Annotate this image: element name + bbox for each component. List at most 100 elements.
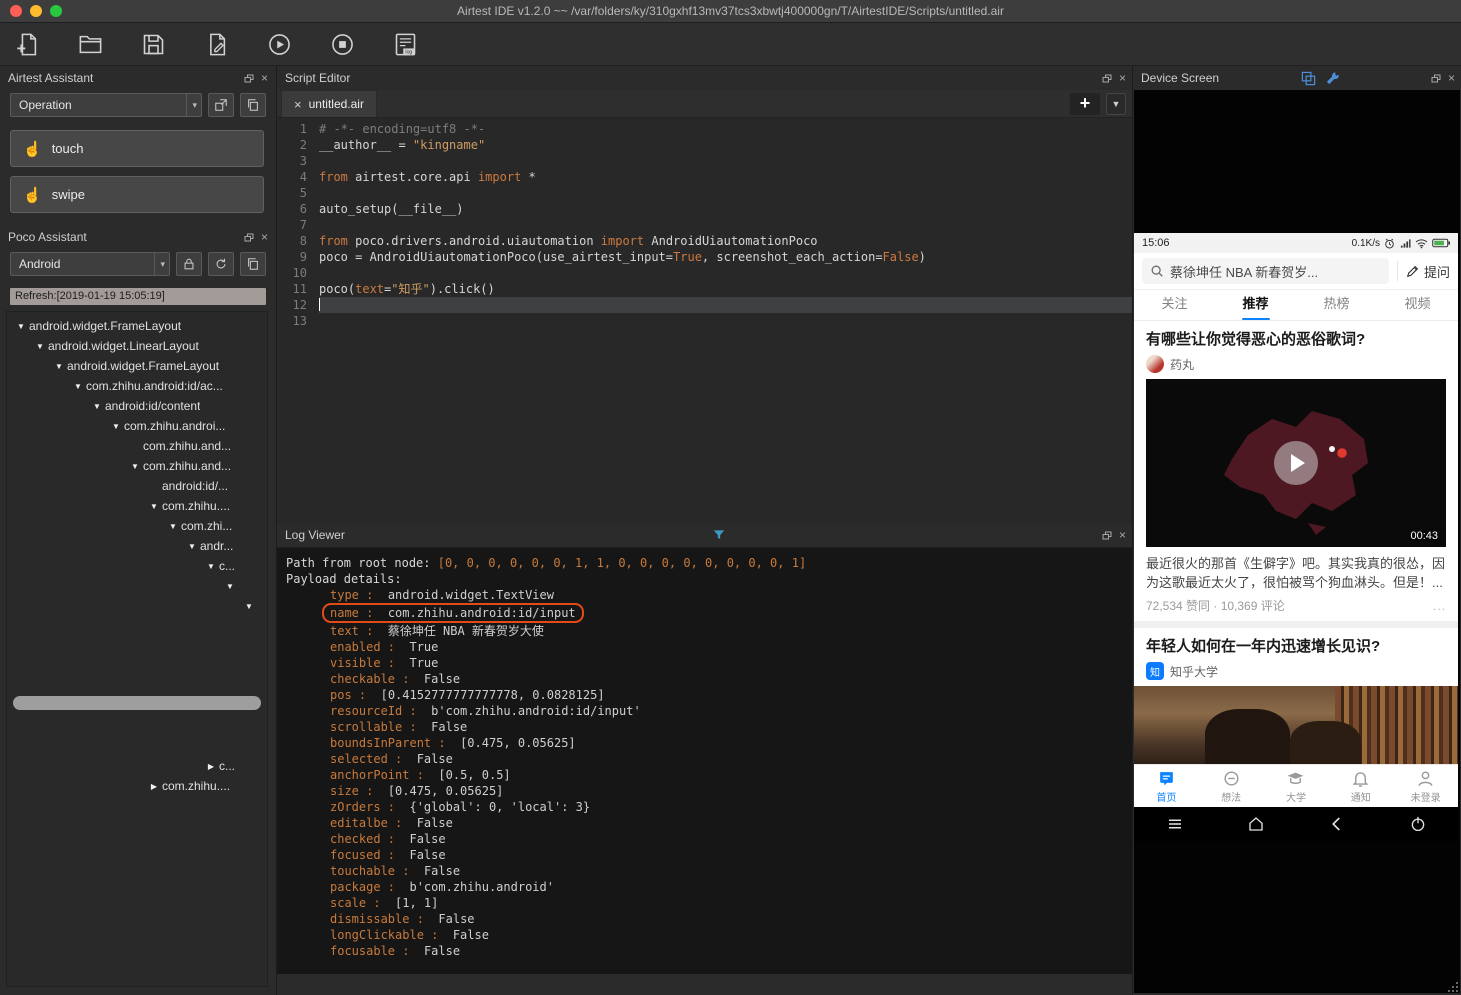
code-line[interactable]: 6 auto_setup(__file__) (277, 201, 1132, 217)
code-line[interactable]: 2 __author__ = "kingname" (277, 137, 1132, 153)
question-title[interactable]: 年轻人如何在一年内迅速增长见识? (1146, 636, 1446, 657)
play-button[interactable] (1274, 441, 1318, 485)
close-panel-button[interactable]: × (261, 72, 268, 84)
copy-snippet-button[interactable] (240, 93, 266, 117)
feed-tab[interactable]: 关注 (1134, 290, 1215, 320)
tree-node[interactable]: ▼ (7, 596, 267, 616)
script-tab[interactable]: × untitled.air (281, 90, 377, 117)
power-button[interactable] (1409, 815, 1427, 833)
selected-tree-node[interactable] (13, 696, 261, 710)
device-phone-screen[interactable]: 15:06 0.1K/s 蔡徐坤任 NBA 新春贺岁... 提问 关注 推荐 热… (1134, 233, 1458, 841)
code-line[interactable]: 9 poco = AndroidUiautomationPoco(use_airt… (277, 249, 1132, 265)
log-filter-button[interactable] (712, 528, 726, 542)
chevron-right-icon[interactable]: ▶ (148, 782, 160, 791)
question-title[interactable]: 有哪些让你觉得恶心的恶俗歌词? (1146, 329, 1446, 350)
copy-path-button[interactable] (240, 252, 266, 276)
chevron-down-icon[interactable]: ▼ (53, 362, 65, 371)
chevron-down-icon[interactable]: ▼ (167, 522, 179, 531)
toolbar-run-button[interactable] (266, 31, 293, 58)
screen-mapping-button[interactable] (1301, 71, 1316, 86)
device-tools-button[interactable] (1325, 71, 1340, 86)
float-panel-button[interactable] (1431, 74, 1441, 83)
chevron-down-icon[interactable]: ▼ (129, 462, 141, 471)
tree-node[interactable]: ▼ com.zhi... (7, 516, 267, 536)
lock-button[interactable] (176, 252, 202, 276)
tree-node[interactable]: ▼ android.widget.LinearLayout (7, 336, 267, 356)
chevron-down-icon[interactable]: ▼ (15, 322, 27, 331)
toolbar-save-button[interactable] (140, 31, 167, 58)
operation-select[interactable]: Operation ▾ (10, 93, 202, 117)
home-button[interactable] (1247, 815, 1265, 833)
tree-node[interactable]: android:id/... (7, 476, 267, 496)
tree-node[interactable]: ▼ android.widget.FrameLayout (7, 316, 267, 336)
float-panel-button[interactable] (244, 233, 254, 242)
tree-node[interactable]: ▼ com.zhihu.androi... (7, 416, 267, 436)
tree-node[interactable]: ▼ com.zhihu.... (7, 496, 267, 516)
close-tab-icon[interactable]: × (294, 97, 302, 112)
back-button[interactable] (1328, 815, 1346, 833)
tree-node[interactable]: ▼ android.widget.FrameLayout (7, 356, 267, 376)
bottom-nav-item[interactable]: 想法 (1199, 765, 1264, 807)
code-line[interactable]: 8 from poco.drivers.android.uiautomation … (277, 233, 1132, 249)
bottom-nav-item[interactable]: 首页 (1134, 765, 1199, 807)
platform-select[interactable]: Android ▾ (10, 252, 170, 276)
chevron-down-icon[interactable]: ▼ (110, 422, 122, 431)
toolbar-new-script-button[interactable] (14, 31, 41, 58)
code-line[interactable]: 1 # -*- encoding=utf8 -*- (277, 121, 1132, 137)
toolbar-stop-button[interactable] (329, 31, 356, 58)
float-panel-button[interactable] (1102, 531, 1112, 540)
feed-tab[interactable]: 推荐 (1215, 290, 1296, 320)
code-editor[interactable]: 1 # -*- encoding=utf8 -*- 2 __author__ = "k… (277, 118, 1132, 523)
close-panel-button[interactable]: × (1119, 529, 1126, 541)
code-line[interactable]: 12 (277, 297, 1132, 313)
log-output[interactable]: Path from root node: [0, 0, 0, 0, 0, 0, … (277, 547, 1132, 974)
author-name[interactable]: 知乎大学 (1170, 663, 1218, 680)
bottom-nav-item[interactable]: 未登录 (1393, 765, 1458, 807)
bottom-nav-item[interactable]: 大学 (1264, 765, 1329, 807)
refresh-tree-button[interactable] (208, 252, 234, 276)
chevron-down-icon[interactable]: ▼ (148, 502, 160, 511)
toolbar-open-script-button[interactable] (77, 31, 104, 58)
tree-node[interactable]: ▼ android:id/content (7, 396, 267, 416)
ask-question-button[interactable]: 提问 (1396, 261, 1450, 281)
chevron-down-icon[interactable]: ▼ (224, 582, 236, 591)
tree-node[interactable]: com.zhihu.and... (7, 436, 267, 456)
feed-tab[interactable]: 视频 (1377, 290, 1458, 320)
code-line[interactable]: 4 from airtest.core.api import * (277, 169, 1132, 185)
add-script-tab-button[interactable]: + (1070, 92, 1100, 115)
tree-node[interactable]: ▼ com.zhihu.android:id/ac... (7, 376, 267, 396)
tree-node[interactable]: ▶ com.zhihu.... (7, 776, 267, 796)
chevron-down-icon[interactable]: ▼ (91, 402, 103, 411)
bottom-nav-item[interactable]: 通知 (1328, 765, 1393, 807)
tree-node[interactable]: ▼ c... (7, 556, 267, 576)
code-line[interactable]: 3 (277, 153, 1132, 169)
tree-node[interactable]: ▼ (7, 576, 267, 596)
tab-list-dropdown-button[interactable]: ▼ (1106, 92, 1126, 115)
tree-node[interactable]: ▼ com.zhihu.and... (7, 456, 267, 476)
code-line[interactable]: 11 poco(text="知乎").click() (277, 281, 1132, 297)
chevron-down-icon[interactable]: ▼ (186, 542, 198, 551)
author-name[interactable]: 药丸 (1170, 356, 1194, 373)
float-panel-button[interactable] (1102, 74, 1112, 83)
touch-action-button[interactable]: ☝ touch (10, 130, 264, 167)
author-avatar[interactable]: 知 (1146, 662, 1164, 680)
zoom-window-button[interactable] (50, 5, 62, 17)
author-avatar[interactable] (1146, 355, 1164, 373)
video-player[interactable]: 00:43 (1146, 379, 1446, 547)
code-line[interactable]: 7 (277, 217, 1132, 233)
toolbar-log-button[interactable]: log (392, 31, 419, 58)
tree-node[interactable]: ▼ andr... (7, 536, 267, 556)
feed-image[interactable] (1134, 686, 1458, 764)
chevron-down-icon[interactable]: ▼ (205, 562, 217, 571)
code-line[interactable]: 10 (277, 265, 1132, 281)
more-options-button[interactable]: ... (1433, 599, 1446, 613)
code-line[interactable]: 13 (277, 313, 1132, 329)
menu-button[interactable] (1166, 815, 1184, 833)
popout-assistant-button[interactable] (208, 93, 234, 117)
swipe-action-button[interactable]: ☝ swipe (10, 176, 264, 213)
chevron-right-icon[interactable]: ▶ (205, 762, 217, 771)
tree-node[interactable]: ▶ c... (7, 756, 267, 776)
window-resize-grip[interactable] (1448, 982, 1458, 992)
search-input[interactable]: 蔡徐坤任 NBA 新春贺岁... (1142, 258, 1389, 284)
chevron-down-icon[interactable]: ▼ (72, 382, 84, 391)
